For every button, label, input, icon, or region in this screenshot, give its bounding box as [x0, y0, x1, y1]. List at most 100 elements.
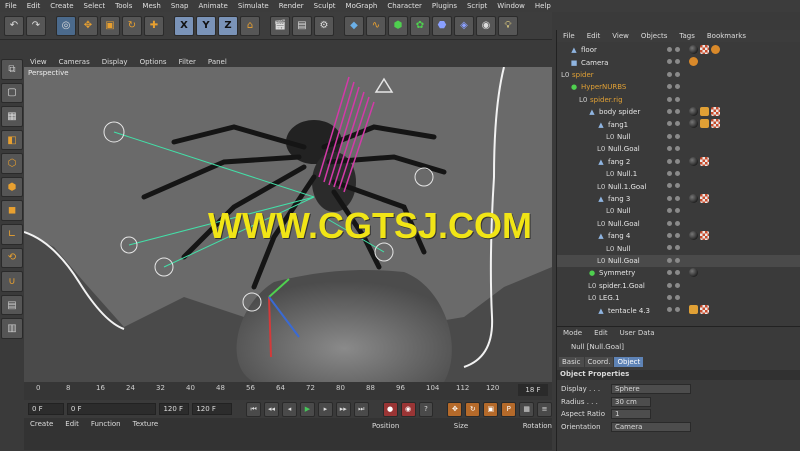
menu-window[interactable]: Window [492, 2, 530, 10]
visibility-dot-icon[interactable] [667, 282, 672, 288]
object-row[interactable]: L0 Null.1 [557, 168, 800, 180]
visibility-dot-icon[interactable] [675, 96, 680, 102]
nurbs-icon[interactable]: ⬢ [388, 15, 408, 36]
add-icon[interactable]: ✚ [144, 15, 164, 36]
keyframe-selection-icon[interactable]: ? [418, 401, 434, 417]
material-menu-function[interactable]: Function [85, 420, 127, 428]
tab-coord[interactable]: Coord. [584, 357, 614, 367]
visibility-dot-icon[interactable] [667, 220, 672, 226]
check-tag-icon[interactable] [700, 45, 709, 54]
live-selection-icon[interactable]: ◎ [56, 15, 76, 36]
object-row[interactable]: ▲ floor [557, 44, 800, 56]
object-row[interactable]: ▲ tentacle 4.3 [557, 304, 800, 316]
end-frame-field[interactable]: 120 F [192, 403, 233, 415]
visibility-dot-icon[interactable] [675, 257, 680, 263]
object-row[interactable]: ● Symmetry [557, 267, 800, 279]
render-picture-viewer-icon[interactable]: ▤ [292, 15, 312, 36]
visibility-dot-icon[interactable] [667, 47, 672, 52]
visibility-dot-icon[interactable] [667, 133, 672, 139]
visibility-dot-icon[interactable] [675, 295, 680, 300]
scheme-icon[interactable]: ≡ [537, 401, 553, 417]
object-row[interactable]: L0 Null [557, 205, 800, 217]
check-tag-icon[interactable] [700, 231, 709, 240]
menu-sculpt[interactable]: Sculpt [309, 2, 341, 10]
next-frame-icon[interactable]: ▸ [317, 401, 333, 417]
visibility-dot-icon[interactable] [667, 158, 672, 164]
key-rotation-icon[interactable]: ↻ [465, 401, 481, 417]
visibility-dot-icon[interactable] [675, 220, 680, 226]
visibility-dot-icon[interactable] [667, 245, 672, 251]
viewport-menu-cameras[interactable]: Cameras [53, 58, 96, 66]
make-editable-icon[interactable]: ⧉ [1, 59, 23, 80]
visibility-dot-icon[interactable] [667, 295, 672, 300]
object-row[interactable]: L0 Null [557, 131, 800, 143]
menu-edit[interactable]: Edit [22, 2, 46, 10]
object-row[interactable]: ■ Camera [557, 56, 800, 68]
visibility-dot-icon[interactable] [675, 270, 680, 276]
ball-tag-icon[interactable] [689, 231, 698, 240]
object-row[interactable]: L0 spider.rig [557, 94, 800, 106]
previous-frame-icon[interactable]: ◂ [282, 401, 297, 417]
visibility-dot-icon[interactable] [667, 307, 672, 313]
key-pla-icon[interactable]: ▦ [519, 401, 535, 417]
scale-icon[interactable]: ▣ [100, 15, 120, 36]
objmgr-menu-edit[interactable]: Edit [581, 32, 607, 40]
next-key-icon[interactable]: ▸▸ [335, 401, 351, 417]
render-view-icon[interactable]: 🎬︎ [270, 15, 290, 36]
ball-tag-icon[interactable] [689, 156, 698, 166]
check-tag-icon[interactable] [711, 119, 720, 129]
visibility-dot-icon[interactable] [667, 183, 672, 189]
property-value[interactable]: Camera [611, 421, 691, 432]
visibility-dot-icon[interactable] [675, 183, 680, 189]
visibility-dot-icon[interactable] [667, 121, 672, 127]
spline-icon[interactable]: ∿ [366, 15, 386, 36]
tweak-mode-icon[interactable]: ⟲ [1, 247, 23, 269]
move-icon[interactable]: ✥ [78, 15, 98, 36]
object-row[interactable]: ▲ fang 2 [557, 156, 800, 168]
visibility-dot-icon[interactable] [675, 158, 680, 164]
viewport-perspective[interactable]: Perspective WWW.CGTSJ.COM [24, 67, 552, 382]
object-row[interactable]: L0 spider [557, 69, 800, 81]
check-tag-icon[interactable] [700, 156, 709, 166]
check-tag-icon[interactable] [711, 107, 720, 116]
redo-icon[interactable]: ↷ [26, 15, 46, 36]
ik-tag-icon[interactable] [700, 119, 709, 129]
object-row[interactable]: ● HyperNURBS [557, 81, 800, 93]
visibility-dot-icon[interactable] [675, 59, 680, 65]
go-to-end-icon[interactable]: ⏭ [353, 401, 369, 417]
menu-help[interactable]: Help [530, 2, 556, 10]
visibility-dot-icon[interactable] [675, 71, 680, 77]
menu-select[interactable]: Select [79, 2, 111, 10]
visibility-dot-icon[interactable] [675, 307, 680, 313]
visibility-dot-icon[interactable] [667, 146, 672, 152]
snap-icon[interactable]: ∪ [1, 271, 23, 292]
menu-tools[interactable]: Tools [110, 2, 137, 10]
cube-icon[interactable]: ◆ [344, 15, 364, 36]
attr-menu-mode[interactable]: Mode [557, 329, 588, 337]
visibility-dot-icon[interactable] [675, 47, 680, 52]
object-row[interactable]: L0 Null [557, 242, 800, 254]
objmgr-menu-objects[interactable]: Objects [635, 32, 673, 40]
ball-tag-icon[interactable] [689, 107, 698, 116]
ball-tag-icon[interactable] [689, 268, 698, 278]
points-mode-icon[interactable]: ⬡ [1, 153, 23, 174]
menu-mograph[interactable]: MoGraph [341, 2, 383, 10]
visibility-dot-icon[interactable] [675, 121, 680, 127]
ball-tag-icon[interactable] [689, 119, 698, 129]
visibility-dot-icon[interactable] [675, 195, 680, 201]
objmgr-menu-tags[interactable]: Tags [673, 32, 701, 40]
ik-tag-icon[interactable] [700, 107, 709, 116]
property-value[interactable]: Sphere [611, 384, 691, 394]
model-mode-icon[interactable]: ▢ [1, 82, 23, 104]
workplane-icon[interactable]: ◧ [1, 129, 23, 151]
tab-object[interactable]: Object [614, 357, 644, 367]
visibility-dot-icon[interactable] [667, 96, 672, 102]
object-row[interactable]: L0 LEG.1 [557, 292, 800, 304]
visibility-dot-icon[interactable] [675, 208, 680, 214]
visibility-dot-icon[interactable] [667, 171, 672, 176]
viewport-menu-view[interactable]: View [24, 58, 53, 66]
key-param-icon[interactable]: P [501, 401, 517, 417]
objmgr-menu-view[interactable]: View [606, 32, 635, 40]
camera-icon[interactable]: ◉ [476, 15, 496, 36]
texture-mode-icon[interactable]: ▦ [1, 106, 23, 127]
